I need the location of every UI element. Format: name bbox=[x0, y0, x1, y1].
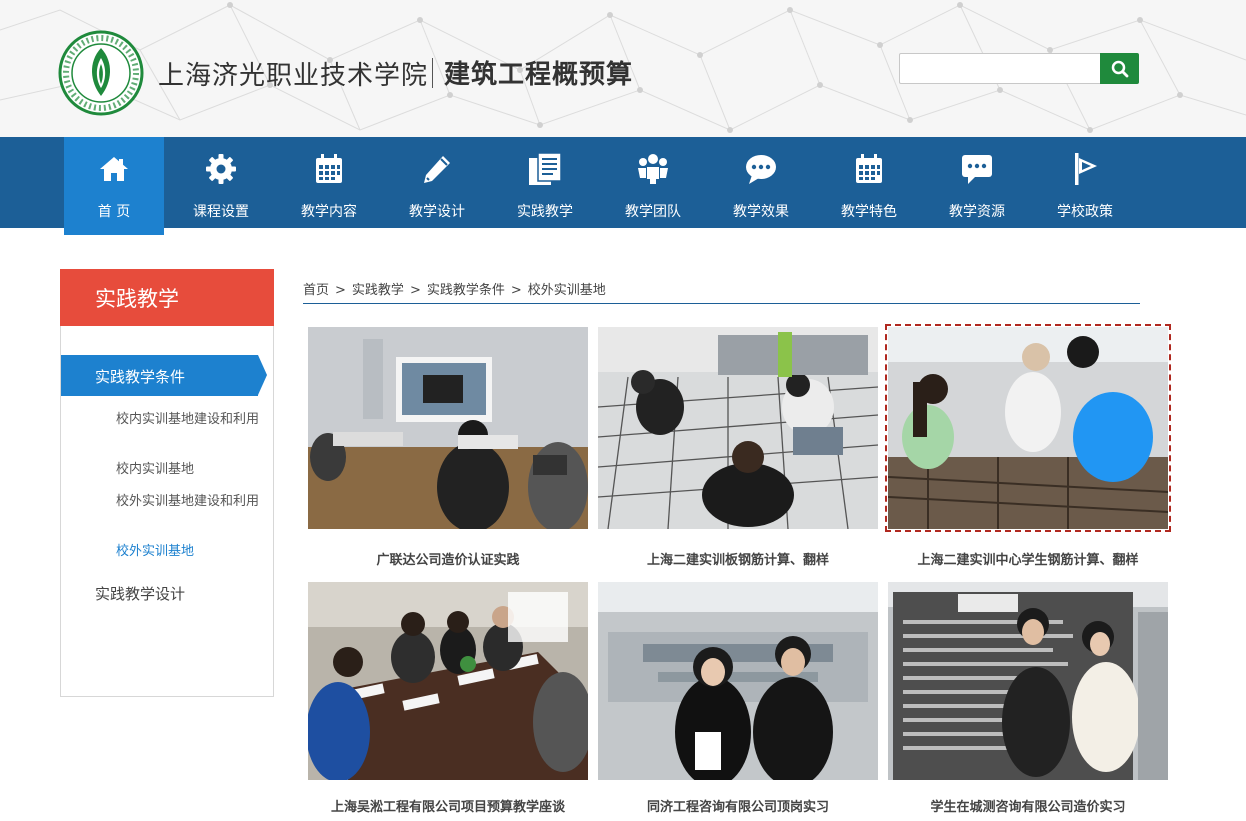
gallery-caption[interactable]: 广联达公司造价认证实践 bbox=[298, 549, 598, 568]
sidebar-subitem-internal-base-construction[interactable]: 校内实训基地建设和利用 bbox=[116, 411, 266, 429]
nav-label: 首 页 bbox=[97, 204, 131, 220]
gallery-card[interactable]: 同济工程咨询有限公司顶岗实习 bbox=[598, 582, 878, 815]
gallery-card[interactable]: 上海吴淞工程有限公司项目预算教学座谈 bbox=[308, 582, 588, 815]
home-icon bbox=[100, 157, 128, 181]
message-icon bbox=[962, 155, 992, 184]
calendar-icon bbox=[856, 154, 882, 183]
nav-label: 教学效果 bbox=[733, 204, 789, 220]
nav-item-teaching-effect[interactable]: 教学效果 bbox=[707, 137, 815, 228]
nav-item-practice-teaching[interactable]: 实践教学 bbox=[491, 137, 599, 228]
gallery-caption[interactable]: 上海二建实训中心学生钢筋计算、翻样 bbox=[878, 549, 1178, 568]
nav-label: 教学内容 bbox=[301, 204, 357, 220]
nav-item-school-policy[interactable]: 学校政策 bbox=[1031, 137, 1139, 228]
search-input[interactable] bbox=[899, 53, 1101, 84]
gallery-caption[interactable]: 学生在城测咨询有限公司造价实习 bbox=[878, 796, 1178, 815]
school-logo-icon bbox=[58, 30, 144, 116]
gallery-caption[interactable]: 同济工程咨询有限公司顶岗实习 bbox=[588, 796, 888, 815]
flag-icon bbox=[1075, 153, 1097, 185]
active-arrow-icon bbox=[258, 355, 267, 395]
calendar-icon bbox=[316, 154, 342, 183]
gallery-card[interactable]: 学生在城测咨询有限公司造价实习 bbox=[888, 582, 1168, 815]
gallery-card[interactable]: 上海二建实训中心学生钢筋计算、翻样 bbox=[885, 324, 1171, 568]
gallery-photo[interactable] bbox=[308, 327, 588, 529]
nav-label: 学校政策 bbox=[1057, 204, 1113, 220]
gallery-photo[interactable] bbox=[308, 582, 588, 784]
sidebar-subitem-external-base[interactable]: 校外实训基地 bbox=[116, 543, 266, 561]
gallery-photo[interactable] bbox=[598, 327, 878, 529]
nav-label: 教学设计 bbox=[409, 204, 465, 220]
nav-label: 课程设置 bbox=[193, 204, 249, 220]
nav-label: 实践教学 bbox=[517, 204, 573, 220]
nav-item-course-setup[interactable]: 课程设置 bbox=[167, 137, 275, 228]
main-nav: 首 页 课程设置 教学内容 教学设计 实践教学 教学团队 教学效果 教学特色 教… bbox=[0, 137, 1246, 235]
nav-item-teaching-design[interactable]: 教学设计 bbox=[383, 137, 491, 228]
gallery-caption[interactable]: 上海二建实训板钢筋计算、翻样 bbox=[588, 549, 888, 568]
nav-item-teaching-features[interactable]: 教学特色 bbox=[815, 137, 923, 228]
sidebar-item-practice-design[interactable]: 实践教学设计 bbox=[95, 583, 185, 604]
sidebar-subitem-internal-base[interactable]: 校内实训基地 bbox=[116, 461, 266, 479]
course-name: 建筑工程概预算 bbox=[444, 60, 634, 90]
team-icon bbox=[638, 154, 668, 184]
gallery-photo[interactable] bbox=[885, 324, 1171, 532]
nav-label: 教学资源 bbox=[949, 204, 1005, 220]
gallery-photo[interactable] bbox=[888, 582, 1168, 784]
breadcrumb: 首页 > 实践教学 > 实践教学条件 > 校外实训基地 bbox=[303, 279, 606, 298]
gallery-caption[interactable]: 上海吴淞工程有限公司项目预算教学座谈 bbox=[298, 796, 598, 815]
title-divider bbox=[432, 58, 433, 88]
search-button[interactable] bbox=[1100, 53, 1139, 84]
gallery-card[interactable]: 广联达公司造价认证实践 bbox=[308, 327, 588, 568]
gear-icon bbox=[206, 154, 236, 184]
sidebar-title: 实践教学 bbox=[60, 269, 274, 326]
breadcrumb-practice-conditions[interactable]: 实践教学条件 bbox=[427, 283, 505, 298]
sidebar-subitem-external-base-construction[interactable]: 校外实训基地建设和利用 bbox=[116, 493, 266, 511]
nav-item-teaching-team[interactable]: 教学团队 bbox=[599, 137, 707, 228]
document-icon bbox=[529, 152, 562, 185]
chat-bubble-icon bbox=[746, 155, 776, 184]
breadcrumb-practice-teaching[interactable]: 实践教学 bbox=[352, 283, 404, 298]
search-icon bbox=[1111, 60, 1128, 77]
gallery-photo[interactable] bbox=[598, 582, 878, 784]
nav-item-teaching-content[interactable]: 教学内容 bbox=[275, 137, 383, 228]
page-header: 上海济光职业技术学院 建筑工程概预算 bbox=[0, 0, 1246, 137]
nav-item-teaching-resources[interactable]: 教学资源 bbox=[923, 137, 1031, 228]
breadcrumb-current[interactable]: 校外实训基地 bbox=[528, 283, 606, 298]
nav-item-home[interactable]: 首 页 bbox=[64, 137, 164, 235]
sidebar-item-practice-conditions[interactable]: 实践教学条件 bbox=[61, 355, 267, 396]
breadcrumb-home[interactable]: 首页 bbox=[303, 283, 329, 298]
breadcrumb-separator: > bbox=[409, 283, 421, 298]
nav-label: 教学特色 bbox=[841, 204, 897, 220]
sidebar: 实践教学 实践教学条件 校内实训基地建设和利用 校内实训基地 校外实训基地建设和… bbox=[60, 269, 274, 697]
sidebar-item-label: 实践教学条件 bbox=[95, 368, 186, 386]
school-name: 上海济光职业技术学院 bbox=[158, 61, 429, 91]
breadcrumb-separator: > bbox=[335, 283, 346, 298]
nav-label: 教学团队 bbox=[625, 204, 681, 220]
breadcrumb-underline bbox=[303, 303, 1140, 304]
pencil-icon bbox=[424, 156, 450, 183]
gallery-card[interactable]: 上海二建实训板钢筋计算、翻样 bbox=[598, 327, 878, 568]
breadcrumb-separator: > bbox=[510, 283, 522, 298]
